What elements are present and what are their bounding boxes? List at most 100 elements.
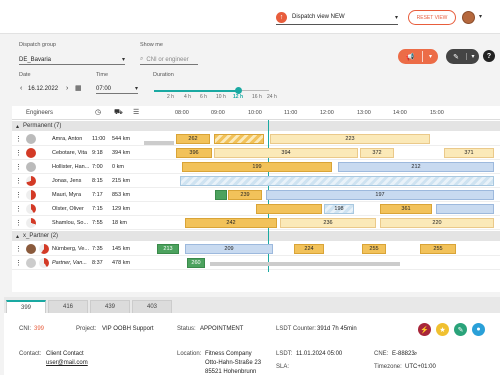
- appointment-bar[interactable]: [180, 176, 494, 186]
- dispatch-group-label: Dispatch group: [19, 42, 56, 48]
- duration-option[interactable]: 4 h: [184, 94, 191, 100]
- more-vertical-icon[interactable]: ⋮: [15, 191, 22, 199]
- engineer-name: Amra, Anton: [52, 136, 83, 142]
- appointment-label: 212: [411, 164, 421, 170]
- duration-option[interactable]: 24 h: [267, 94, 277, 100]
- engineer-time: 8:37: [92, 260, 103, 266]
- appointment-bar[interactable]: [436, 204, 494, 214]
- chevron-up-icon: ▴: [16, 233, 20, 240]
- appointment-bar[interactable]: 223: [270, 134, 430, 144]
- location-line3: 85521 Hohenbrunn: [205, 369, 257, 375]
- timezone-label: Timezone:: [374, 364, 402, 370]
- engineer-km: 394 km: [112, 150, 131, 156]
- duration-slider-handle[interactable]: [235, 87, 242, 94]
- engineer-km: 478 km: [112, 260, 131, 266]
- search-icon[interactable]: ⌕: [414, 351, 417, 358]
- appointment-bar[interactable]: 242: [185, 218, 277, 228]
- show-me-label: Show me: [140, 42, 163, 48]
- appointment-bar[interactable]: 372: [360, 148, 394, 158]
- appointment-bar[interactable]: 197: [266, 190, 494, 200]
- contact-email[interactable]: user@mail.com: [46, 360, 88, 366]
- list-icon[interactable]: ☰: [133, 108, 139, 116]
- tab-399[interactable]: 399: [6, 300, 46, 313]
- more-vertical-icon[interactable]: ⋮: [15, 177, 22, 185]
- appointment-bar[interactable]: 212: [338, 162, 494, 172]
- appointment-bar[interactable]: [215, 190, 227, 200]
- magic-wand-button[interactable]: ✎ ▾: [446, 49, 479, 64]
- duration-slider-track[interactable]: [154, 90, 239, 92]
- help-icon[interactable]: ?: [483, 50, 495, 62]
- status-indicator: [26, 134, 36, 144]
- tab-416[interactable]: 416: [48, 300, 88, 313]
- chevron-down-icon: ▾: [394, 14, 398, 21]
- engineer-km: 0 km: [112, 164, 124, 170]
- appointment-bar[interactable]: 198: [324, 204, 354, 214]
- appointment-bar[interactable]: 239: [228, 190, 262, 200]
- cne-value: E-88823: [392, 351, 415, 357]
- duration-option[interactable]: 6 h: [200, 94, 207, 100]
- appointment-bar[interactable]: 255: [420, 244, 456, 254]
- appointment-bar[interactable]: 361: [380, 204, 432, 214]
- car-icon[interactable]: ⛟: [114, 108, 123, 117]
- drop-icon[interactable]: ●: [472, 323, 485, 336]
- search-icon: ⌕: [140, 56, 144, 62]
- date-value[interactable]: 16.12.2022: [28, 84, 64, 94]
- appointment-bar[interactable]: 394: [214, 148, 358, 158]
- appointment-bar[interactable]: 371: [444, 148, 494, 158]
- appointment-bar[interactable]: 199: [182, 162, 332, 172]
- chevron-down-icon: ▾: [121, 57, 125, 63]
- group-header[interactable]: ▴ Permanent (7): [12, 121, 500, 131]
- chevron-down-icon[interactable]: ▾: [479, 13, 482, 20]
- engineer-km: 18 km: [112, 220, 127, 226]
- status-indicator: [26, 162, 36, 172]
- appointment-bar[interactable]: 224: [294, 244, 324, 254]
- calendar-icon[interactable]: ▦: [75, 84, 82, 92]
- reset-view-button[interactable]: RESET VIEW: [408, 10, 456, 25]
- search-input[interactable]: ⌕ CNI or engineer: [140, 55, 198, 65]
- engineer-time: 9:18: [92, 150, 103, 156]
- more-vertical-icon[interactable]: ⋮: [15, 149, 22, 157]
- appointment-bar[interactable]: 260: [187, 258, 205, 268]
- chevron-left-icon[interactable]: ‹: [20, 85, 22, 92]
- more-vertical-icon[interactable]: ⋮: [15, 163, 22, 171]
- appointment-bar[interactable]: 396: [176, 148, 212, 158]
- more-vertical-icon[interactable]: ⋮: [15, 205, 22, 213]
- lightning-icon[interactable]: ⚡: [418, 323, 431, 336]
- edit-icon[interactable]: ✎: [454, 323, 467, 336]
- duration-option-selected[interactable]: 12 h: [233, 94, 243, 100]
- star-icon[interactable]: ★: [436, 323, 449, 336]
- status-indicator: [26, 190, 36, 200]
- appointment-bar[interactable]: 262: [176, 134, 210, 144]
- appointment-label: 224: [304, 246, 314, 252]
- duration-option[interactable]: 10 h: [216, 94, 226, 100]
- appointment-bar[interactable]: 213: [157, 244, 179, 254]
- appointment-bar[interactable]: 220: [380, 218, 494, 228]
- time-select[interactable]: 07:00 ▾: [96, 84, 138, 94]
- status-indicator: [26, 204, 36, 214]
- more-vertical-icon[interactable]: ⋮: [15, 259, 22, 267]
- appointment-bar[interactable]: [256, 204, 322, 214]
- sla-label: SLA:: [276, 364, 290, 370]
- project-label: Project:: [76, 326, 97, 332]
- dispatch-view-select[interactable]: ↑ Dispatch view NEW ▾: [276, 10, 398, 25]
- appointment-bar[interactable]: [214, 134, 264, 144]
- tab-439[interactable]: 439: [90, 300, 130, 313]
- more-vertical-icon[interactable]: ⋮: [15, 219, 22, 227]
- user-avatar[interactable]: [462, 11, 475, 24]
- cne-label: CNE:: [374, 351, 389, 357]
- duration-option[interactable]: 2 h: [167, 94, 174, 100]
- duration-option[interactable]: 16 h: [252, 94, 262, 100]
- chevron-right-icon[interactable]: ›: [66, 85, 68, 92]
- more-vertical-icon[interactable]: ⋮: [15, 135, 22, 143]
- more-vertical-icon[interactable]: ⋮: [15, 245, 22, 253]
- appointment-bar[interactable]: 236: [280, 218, 376, 228]
- appointment-bar[interactable]: 255: [362, 244, 386, 254]
- appointment-bar[interactable]: 209: [185, 244, 273, 254]
- status-indicator: [26, 218, 36, 228]
- notify-button[interactable]: 📢 ▾: [398, 49, 438, 64]
- dispatch-group-select[interactable]: DE_Bavaria ▾: [19, 55, 125, 65]
- tab-403[interactable]: 403: [132, 300, 172, 313]
- duration-slider-rest[interactable]: [239, 90, 269, 91]
- clock-icon[interactable]: ◷: [95, 108, 101, 116]
- group-header[interactable]: ▴ x_Partner (2): [12, 231, 500, 241]
